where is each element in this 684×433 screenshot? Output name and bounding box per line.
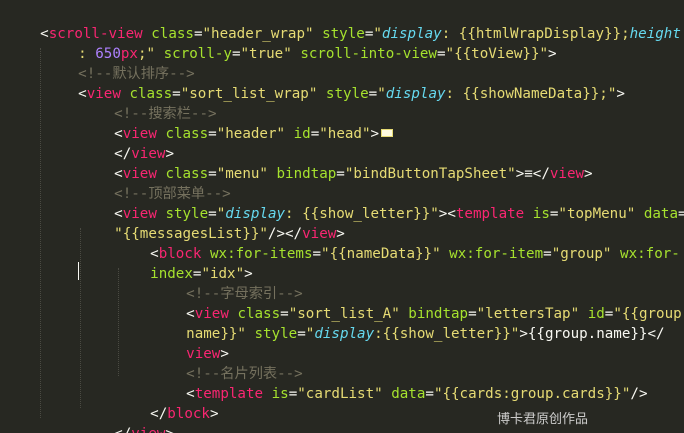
equals-sign: = xyxy=(436,46,446,62)
tag-close-bracket: > xyxy=(519,326,528,342)
tag-open-bracket: </ xyxy=(114,426,131,433)
equals-sign: = xyxy=(336,166,345,182)
equals-sign: = xyxy=(310,126,320,142)
code-line-2[interactable]: : 650px;" scroll-y="true" scroll-into-vi… xyxy=(44,24,556,62)
equals-sign: = xyxy=(297,326,306,342)
css-property: display xyxy=(314,326,375,342)
code-line-11[interactable]: "{{messagesList}}"/></view> xyxy=(80,204,345,242)
code-line-17[interactable]: view> xyxy=(152,324,229,362)
code-line-4[interactable]: <view class="sort_list_wrap" style="disp… xyxy=(44,64,625,102)
code-line-6[interactable]: <view class="header" id="head"> xyxy=(80,104,394,142)
css-value: :{{show_letter}}" xyxy=(374,326,520,342)
code-line-3[interactable]: <!--默认排序--> xyxy=(44,44,195,82)
css-property: display xyxy=(385,86,446,102)
code-line-12[interactable]: <block wx:for-items="{{nameData}}" wx:fo… xyxy=(116,224,680,262)
indent-guide xyxy=(40,48,41,418)
text-content: {{group.name}} xyxy=(527,326,648,342)
attribute-name: bindtap xyxy=(276,166,337,182)
collapsed-fold-icon[interactable] xyxy=(381,129,394,137)
code-line-19[interactable]: <template is="cardList" data="{{cards:gr… xyxy=(152,364,647,402)
attribute-value: "topMenu" xyxy=(558,206,636,222)
attribute-name: data xyxy=(391,386,426,402)
code-editor[interactable]: <scroll-view class="header_wrap" style="… xyxy=(0,0,684,433)
equals-sign: = xyxy=(368,86,378,102)
attribute-name: wx:for-item xyxy=(449,246,544,262)
attribute-value: "header" xyxy=(216,126,286,142)
code-line-5[interactable]: <!--搜索栏--> xyxy=(80,84,216,122)
code-line-21[interactable]: </view> xyxy=(80,404,174,433)
text-content: ≡ xyxy=(524,166,533,182)
tag-open-bracket: </ xyxy=(532,166,550,182)
css-value: : {{showNameData}};" xyxy=(445,86,617,102)
equals-sign: = xyxy=(543,246,552,262)
tag-close-bracket: > xyxy=(515,166,525,182)
tag-close-bracket: > xyxy=(584,166,593,182)
watermark-text: 博卡君原创作品 xyxy=(496,412,588,427)
tag-close-bracket: > xyxy=(548,46,557,62)
attribute-value: "{{cards:group.cards}}" xyxy=(433,386,631,402)
attribute-name: style xyxy=(254,326,298,342)
equals-sign: = xyxy=(425,386,434,402)
code-line-18[interactable]: <!--名片列表--> xyxy=(152,344,303,382)
tag-close-bracket: > xyxy=(209,406,219,422)
tag-close-bracket: > xyxy=(616,86,625,102)
equals-sign: = xyxy=(678,206,684,222)
equals-sign: = xyxy=(231,46,241,62)
attribute-value: "true" xyxy=(240,46,292,62)
equals-sign: = xyxy=(208,126,217,142)
code-line-20[interactable]: </block> xyxy=(116,384,218,422)
tag-name: view xyxy=(131,426,165,433)
quote-mark: " xyxy=(377,86,386,102)
code-line-15[interactable]: <view class="sort_list_A" bindtap="lette… xyxy=(152,284,684,322)
code-line-13[interactable]: index="idx"> xyxy=(116,244,253,282)
attribute-name: id xyxy=(293,126,311,142)
self-close-bracket: /> xyxy=(630,386,648,402)
code-line-16[interactable]: name}}" style="display:{{show_letter}}">… xyxy=(152,304,664,342)
tag-open-bracket: </ xyxy=(647,326,665,342)
tag-name: template xyxy=(455,206,525,222)
code-line-1[interactable]: <scroll-view class="header_wrap" style="… xyxy=(6,4,681,42)
code-line-14[interactable]: <!--字母索引--> xyxy=(152,264,303,302)
code-line-8[interactable]: <view class="menu" bindtap="bindButtonTa… xyxy=(80,144,592,182)
attribute-value: "bindButtonTapSheet" xyxy=(344,166,516,182)
attribute-name: wx:for- xyxy=(620,246,680,262)
equals-sign: = xyxy=(312,246,322,262)
css-property: height xyxy=(629,26,681,42)
attribute-value: "{{nameData}}" xyxy=(321,246,441,262)
equals-sign: = xyxy=(288,386,298,402)
code-line-10[interactable]: <view style="display: {{show_letter}}"><… xyxy=(80,184,684,222)
tag-name: view xyxy=(549,166,585,182)
attribute-value: "group" xyxy=(551,246,612,262)
tag-close-bracket: > xyxy=(165,426,174,433)
code-line-7[interactable]: </view> xyxy=(80,124,174,162)
attribute-value: "cardList" xyxy=(297,386,383,402)
code-line-9[interactable]: <!--顶部菜单--> xyxy=(80,164,231,202)
text-cursor xyxy=(78,262,79,280)
attribute-name: data xyxy=(643,206,679,222)
attribute-name: scroll-into-view xyxy=(300,46,437,62)
attribute-name: is xyxy=(532,206,550,222)
tag-open-bracket: < xyxy=(447,206,456,222)
attribute-name: style xyxy=(325,86,369,102)
attribute-value: "head" xyxy=(319,126,371,142)
attribute-name: is xyxy=(271,386,289,402)
attribute-value: "{{toView}}" xyxy=(445,46,549,62)
tag-close-bracket: > xyxy=(370,126,380,142)
